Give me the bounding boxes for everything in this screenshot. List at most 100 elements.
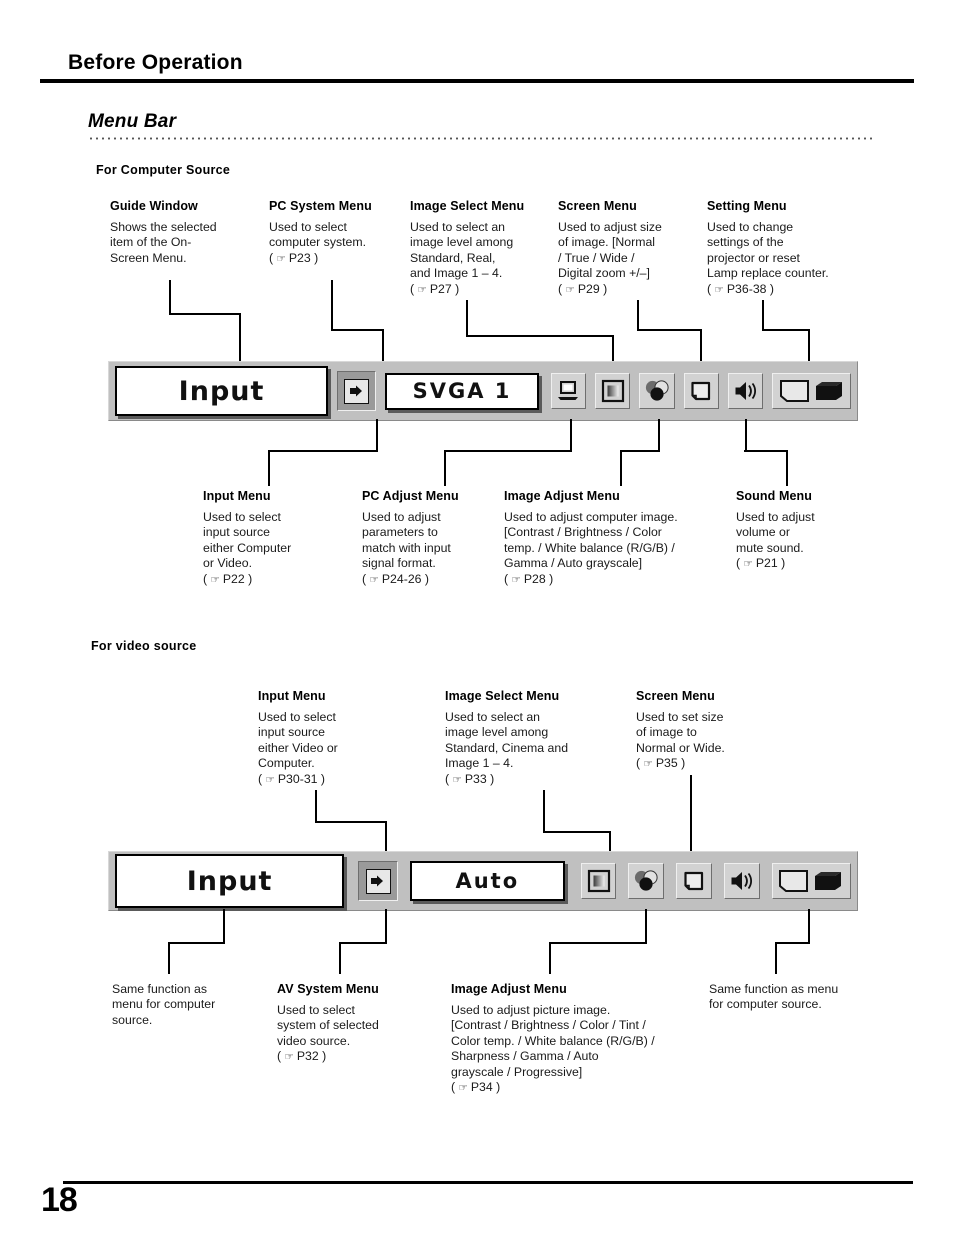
annotation-body: Shows the selected item of the On- Scree… (110, 220, 217, 265)
annotation-input-menu: Input Menu Used to select input source e… (203, 489, 353, 588)
annotation-video-image-select-menu: Image Select Menu Used to select an imag… (445, 689, 635, 788)
leader-line (549, 942, 551, 974)
menu-icon-image-adjust[interactable] (628, 863, 665, 899)
pointing-hand-icon: ☞ (417, 283, 427, 296)
menu-icon-input[interactable] (337, 371, 377, 411)
leader-line (382, 329, 384, 361)
annotation-video-image-adjust-menu: Image Adjust Menu Used to adjust picture… (451, 982, 701, 1096)
leader-line (466, 335, 614, 337)
input-arrow-icon (349, 385, 362, 397)
menu-icon-image-select[interactable] (580, 863, 617, 899)
leader-line (168, 942, 225, 944)
menu-icon-setting[interactable] (771, 863, 852, 899)
leader-line (169, 313, 240, 315)
leader-line (339, 942, 387, 944)
leader-line (543, 790, 545, 832)
leader-line (331, 329, 383, 331)
leader-line (570, 419, 572, 451)
leader-line (700, 329, 702, 361)
av-system-value-window[interactable]: Auto (409, 861, 565, 901)
annotation-video-same-function-right: Same function as menu for computer sourc… (709, 982, 899, 1013)
leader-line (268, 450, 270, 486)
annotation-body: Used to set size of image to Normal or W… (636, 710, 725, 771)
annotation-body: Used to select an image level among Stan… (410, 220, 514, 296)
setting-projector-icon (779, 870, 842, 892)
annotation-body: Used to select an image level among Stan… (445, 710, 569, 786)
guide-window-label: Input (178, 375, 265, 407)
guide-window-label: Input (186, 865, 273, 897)
screen-icon (691, 381, 711, 401)
leader-line (444, 450, 572, 452)
section-dotted-rule (88, 137, 874, 140)
menu-icon-image-adjust[interactable] (639, 373, 675, 409)
pointing-hand-icon: ☞ (284, 1051, 294, 1064)
leader-line (645, 909, 647, 943)
menu-icon-setting[interactable] (772, 373, 852, 409)
leader-line (620, 450, 622, 486)
annotation-video-same-function-left: Same function as menu for computer sourc… (112, 982, 272, 1028)
pc-system-value-window[interactable]: SVGA 1 (385, 372, 539, 410)
input-arrow-icon (371, 875, 384, 887)
annotation-body: Used to adjust parameters to match with … (362, 510, 451, 586)
setting-projector-icon (779, 380, 842, 402)
pc-system-laptop-icon (558, 381, 579, 400)
subhead-video-source: For video source (91, 639, 197, 653)
pointing-hand-icon: ☞ (511, 573, 521, 586)
guide-window[interactable]: Input (115, 854, 345, 908)
leader-line (620, 450, 660, 452)
leader-line (775, 942, 777, 974)
pointing-hand-icon: ☞ (452, 773, 462, 786)
menu-icon-input[interactable] (358, 861, 398, 901)
menu-icon-sound[interactable] (728, 373, 764, 409)
leader-line (762, 329, 810, 331)
leader-line (168, 942, 170, 974)
annotation-sound-menu: Sound Menu Used to adjust volume or mute… (736, 489, 876, 573)
menu-icon-screen[interactable] (683, 373, 720, 409)
leader-line (549, 942, 647, 944)
leader-line (775, 942, 810, 944)
leader-line (637, 329, 701, 331)
annotation-pc-adjust-menu: PC Adjust Menu Used to adjust parameters… (362, 489, 512, 588)
leader-line (744, 450, 788, 452)
pointing-hand-icon: ☞ (458, 1082, 468, 1095)
menu-icon-screen[interactable] (676, 863, 712, 899)
header-rule (40, 79, 914, 83)
subhead-computer-source: For Computer Source (96, 163, 231, 177)
leader-line (808, 909, 810, 943)
video-source-menu-bar[interactable]: Input Auto (108, 851, 858, 911)
annotation-body: Used to adjust picture image. [Contrast … (451, 1003, 655, 1095)
menu-icon-sound[interactable] (723, 863, 760, 899)
computer-source-menu-bar[interactable]: Input SVGA 1 (108, 361, 858, 421)
annotation-body: Used to change settings of the projector… (707, 220, 829, 296)
leader-line (444, 450, 446, 486)
annotation-guide-window: Guide Window Shows the selected item of … (110, 199, 260, 266)
annotation-body: Used to select input source either Compu… (203, 510, 292, 586)
annotation-body: Used to select input source either Video… (258, 710, 338, 786)
leader-line (690, 775, 692, 851)
annotation-image-select-menu: Image Select Menu Used to select an imag… (410, 199, 560, 298)
annotation-setting-menu: Setting Menu Used to change settings of … (707, 199, 877, 298)
leader-line (315, 821, 387, 823)
pc-system-value-label: SVGA 1 (412, 379, 512, 403)
leader-line (331, 280, 333, 330)
annotation-body: Same function as menu for computer sourc… (709, 982, 839, 1012)
leader-line (223, 909, 225, 943)
leader-line (762, 300, 764, 331)
guide-window[interactable]: Input (115, 366, 329, 416)
annotation-body: Used to select system of selected video … (277, 1003, 379, 1064)
leader-line (658, 419, 660, 451)
leader-line (609, 831, 611, 851)
annotation-body: Same function as menu for computer sourc… (112, 982, 216, 1027)
leader-line (339, 942, 341, 974)
annotation-video-input-menu: Input Menu Used to select input source e… (258, 689, 408, 788)
menu-icon-pc-system[interactable] (550, 373, 586, 409)
pointing-hand-icon: ☞ (565, 283, 575, 296)
image-adjust-palette-icon (645, 380, 669, 401)
annotation-body: Used to adjust computer image. [Contrast… (504, 510, 678, 586)
pointing-hand-icon: ☞ (276, 252, 286, 265)
menu-icon-image-select[interactable] (594, 373, 631, 409)
image-select-square-icon (587, 869, 610, 893)
screen-icon (684, 871, 704, 891)
image-adjust-palette-icon (635, 870, 658, 891)
av-system-value-label: Auto (455, 869, 520, 893)
